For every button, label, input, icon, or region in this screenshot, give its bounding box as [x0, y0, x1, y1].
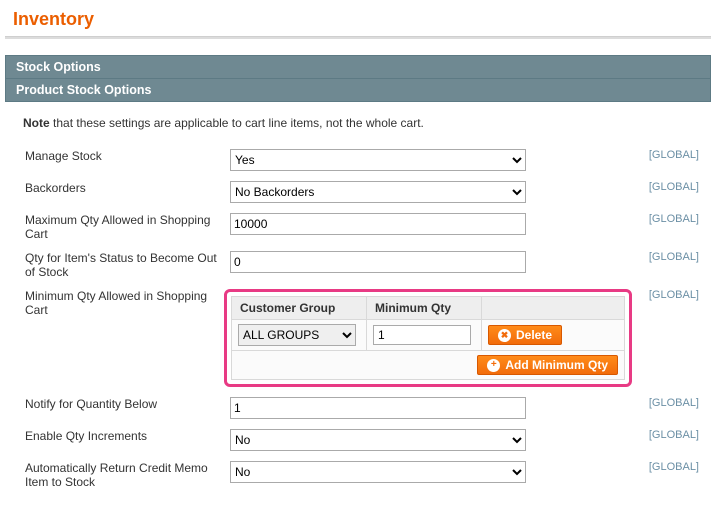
row-min-qty: Minimum Qty Allowed in Shopping Cart Cus… [23, 284, 701, 392]
select-customer-group[interactable]: ALL GROUPS [238, 324, 356, 346]
label-auto-return: Automatically Return Credit Memo Item to… [23, 456, 228, 494]
form-content: Note that these settings are applicable … [5, 102, 711, 504]
input-out-of-stock-qty[interactable] [230, 251, 526, 273]
select-auto-return[interactable]: No [230, 461, 526, 483]
grid-row: ALL GROUPS ✖ Delete [232, 320, 625, 351]
scope-label: [GLOBAL] [634, 456, 701, 494]
add-minimum-qty-button[interactable]: + Add Minimum Qty [477, 355, 618, 375]
row-enable-increments: Enable Qty Increments No [GLOBAL] [23, 424, 701, 456]
label-enable-increments: Enable Qty Increments [23, 424, 228, 456]
input-max-qty[interactable] [230, 213, 526, 235]
delete-icon: ✖ [498, 329, 511, 342]
label-min-qty: Minimum Qty Allowed in Shopping Cart [23, 284, 228, 392]
grid-header-actions [482, 297, 625, 320]
input-notify-qty[interactable] [230, 397, 526, 419]
section-bar-stock-options[interactable]: Stock Options [5, 55, 711, 79]
divider [5, 36, 711, 39]
scope-label: [GLOBAL] [634, 144, 701, 176]
row-max-qty: Maximum Qty Allowed in Shopping Cart [GL… [23, 208, 701, 246]
row-auto-return: Automatically Return Credit Memo Item to… [23, 456, 701, 494]
plus-icon: + [487, 359, 500, 372]
min-qty-grid: Customer Group Minimum Qty ALL GROUPS [231, 296, 625, 380]
label-notify-qty: Notify for Quantity Below [23, 392, 228, 424]
row-out-of-stock-qty: Qty for Item's Status to Become Out of S… [23, 246, 701, 284]
min-qty-highlight: Customer Group Minimum Qty ALL GROUPS [224, 289, 632, 387]
select-enable-increments[interactable]: No [230, 429, 526, 451]
input-min-qty-value[interactable] [373, 325, 471, 345]
row-notify-qty: Notify for Quantity Below [GLOBAL] [23, 392, 701, 424]
label-max-qty: Maximum Qty Allowed in Shopping Cart [23, 208, 228, 246]
scope-label: [GLOBAL] [634, 176, 701, 208]
delete-button[interactable]: ✖ Delete [488, 325, 562, 345]
scope-label: [GLOBAL] [634, 284, 701, 392]
grid-header-group: Customer Group [232, 297, 367, 320]
grid-header-qty: Minimum Qty [367, 297, 482, 320]
note-text: Note that these settings are applicable … [23, 116, 701, 130]
row-manage-stock: Manage Stock Yes [GLOBAL] [23, 144, 701, 176]
scope-label: [GLOBAL] [634, 424, 701, 456]
scope-label: [GLOBAL] [634, 246, 701, 284]
label-manage-stock: Manage Stock [23, 144, 228, 176]
scope-label: [GLOBAL] [634, 208, 701, 246]
scope-label: [GLOBAL] [634, 392, 701, 424]
section-bar-product-stock-options[interactable]: Product Stock Options [5, 79, 711, 102]
select-manage-stock[interactable]: Yes [230, 149, 526, 171]
select-backorders[interactable]: No Backorders [230, 181, 526, 203]
row-backorders: Backorders No Backorders [GLOBAL] [23, 176, 701, 208]
label-backorders: Backorders [23, 176, 228, 208]
page-title: Inventory [13, 9, 711, 30]
settings-table: Manage Stock Yes [GLOBAL] Backorders No … [23, 144, 701, 494]
label-out-of-stock-qty: Qty for Item's Status to Become Out of S… [23, 246, 228, 284]
